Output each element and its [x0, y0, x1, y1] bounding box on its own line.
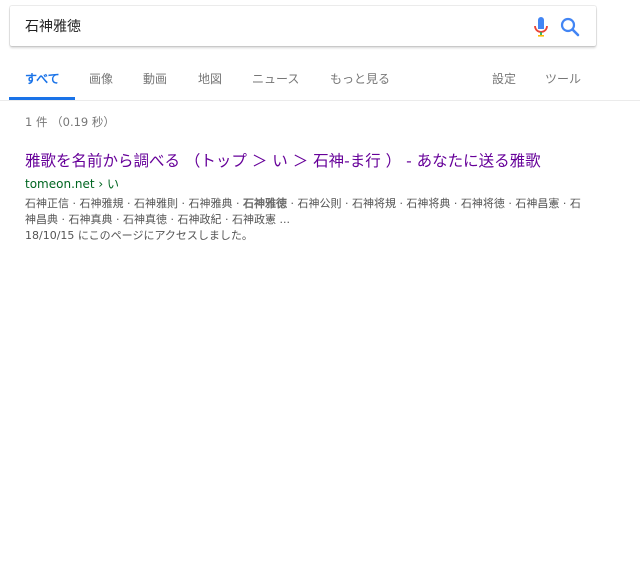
tabs-divider — [0, 100, 640, 101]
result-url-line: tomeon.net › い — [25, 176, 585, 192]
snippet-text: 石神正信 · 石神雅規 · 石神雅則 · 石神雅典 · — [25, 197, 243, 210]
result-stats: 1 件 （0.19 秒） — [25, 115, 115, 129]
tab-news[interactable]: ニュース — [252, 70, 299, 87]
tab-videos[interactable]: 動画 — [143, 70, 167, 87]
tab-more[interactable]: もっと見る — [330, 70, 390, 87]
snippet-highlight: 石神雅徳 — [242, 197, 287, 210]
result-url-path: › い — [94, 177, 120, 191]
tab-all[interactable]: すべて — [25, 70, 60, 87]
search-icon[interactable] — [558, 15, 582, 39]
result-snippet: 石神正信 · 石神雅規 · 石神雅則 · 石神雅典 · 石神雅徳 · 石神公則 … — [25, 196, 581, 228]
tools-button[interactable]: ツール — [545, 70, 581, 87]
microphone-icon[interactable] — [529, 15, 553, 39]
settings-button[interactable]: 設定 — [492, 70, 516, 87]
search-input[interactable] — [25, 17, 505, 35]
search-results-page: すべて 画像 動画 地図 ニュース もっと見る 設定 ツール 1 件 （0.19… — [0, 0, 640, 578]
search-box — [10, 6, 596, 46]
result-title-link[interactable]: 雅歌を名前から調べる （トップ ＞ い ＞ 石神-ま行 ） - あなたに送る雅歌 — [25, 150, 585, 172]
search-result: 雅歌を名前から調べる （トップ ＞ い ＞ 石神-ま行 ） - あなたに送る雅歌… — [25, 150, 585, 244]
tab-images[interactable]: 画像 — [89, 70, 113, 87]
tab-maps[interactable]: 地図 — [198, 70, 222, 87]
result-visited-note: 18/10/15 にこのページにアクセスしました。 — [25, 229, 253, 242]
search-tabs: すべて 画像 動画 地図 ニュース もっと見る 設定 ツール — [0, 62, 640, 100]
result-url: tomeon.net — [25, 177, 95, 191]
